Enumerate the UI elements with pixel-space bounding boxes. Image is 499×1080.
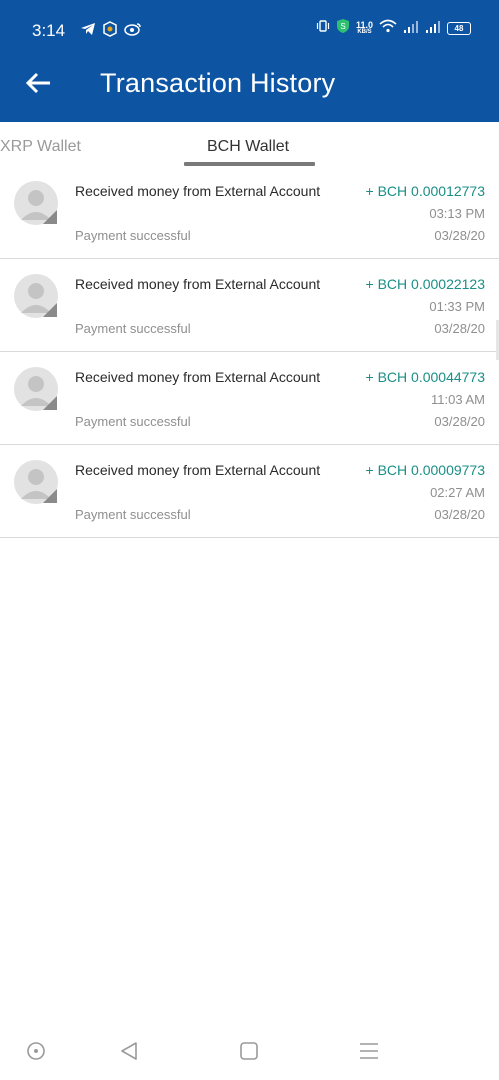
system-status-icons: S 11.0 KB/S 48: [316, 18, 471, 39]
transaction-date: 03/28/20: [434, 228, 485, 243]
app-bar: Transaction History: [0, 44, 499, 122]
transaction-time: 03:13 PM: [429, 206, 485, 221]
user-avatar-icon: [13, 366, 59, 412]
svg-text:S: S: [340, 22, 345, 31]
circle-icon[interactable]: [23, 1038, 49, 1064]
transaction-row[interactable]: Received money from External Account + B…: [0, 445, 499, 538]
weibo-icon: [124, 22, 142, 41]
telegram-icon: [80, 22, 96, 41]
network-speed: 11.0 KB/S: [356, 21, 373, 36]
wallet-tabs: XRP Wallet BCH Wallet: [0, 122, 499, 170]
system-nav-bar: [0, 1022, 499, 1080]
transaction-date: 03/28/20: [434, 414, 485, 429]
transaction-status: Payment successful: [75, 507, 191, 522]
transaction-time: 11:03 AM: [431, 392, 485, 407]
transaction-description: Received money from External Account: [75, 183, 321, 199]
vibrate-icon: [316, 19, 330, 38]
home-square-icon[interactable]: [236, 1038, 262, 1064]
transaction-description: Received money from External Account: [75, 462, 321, 478]
signal-icon-2: [425, 20, 441, 38]
transaction-time: 02:27 AM: [430, 485, 485, 500]
transaction-date: 03/28/20: [434, 321, 485, 336]
transaction-description: Received money from External Account: [75, 369, 321, 385]
transaction-row[interactable]: Received money from External Account + B…: [0, 259, 499, 352]
tab-xrp-wallet[interactable]: XRP Wallet: [0, 138, 81, 156]
battery-icon: 48: [447, 22, 471, 35]
arrow-left-icon: [22, 72, 56, 104]
transaction-list: Received money from External Account + B…: [0, 166, 499, 538]
transaction-status: Payment successful: [75, 414, 191, 429]
shield-app-icon: [102, 21, 118, 42]
transaction-status: Payment successful: [75, 321, 191, 336]
transaction-date: 03/28/20: [434, 507, 485, 522]
wifi-icon: [379, 19, 397, 38]
user-avatar-icon: [13, 273, 59, 319]
tab-bch-wallet[interactable]: BCH Wallet: [207, 138, 289, 156]
transaction-row[interactable]: Received money from External Account + B…: [0, 166, 499, 259]
transaction-amount: + BCH 0.00044773: [365, 369, 485, 385]
transaction-row[interactable]: Received money from External Account + B…: [0, 352, 499, 445]
user-avatar-icon: [13, 180, 59, 226]
transaction-amount: + BCH 0.00012773: [365, 183, 485, 199]
back-triangle-icon[interactable]: [116, 1038, 142, 1064]
transaction-description: Received money from External Account: [75, 276, 321, 292]
status-bar: 3:14 S 11.0 KB/S 48: [0, 0, 499, 44]
signal-icon-1: [403, 20, 419, 38]
back-button[interactable]: [22, 66, 56, 100]
transaction-time: 01:33 PM: [429, 299, 485, 314]
security-shield-icon: S: [336, 18, 350, 39]
transaction-status: Payment successful: [75, 228, 191, 243]
transaction-amount: + BCH 0.00022123: [365, 276, 485, 292]
status-time: 3:14: [32, 21, 66, 40]
notification-icons: [80, 21, 142, 42]
network-speed-value: 11.0: [355, 20, 373, 30]
page-title: Transaction History: [100, 68, 336, 98]
network-speed-unit: KB/S: [357, 29, 372, 35]
transaction-amount: + BCH 0.00009773: [365, 462, 485, 478]
menu-lines-icon[interactable]: [356, 1038, 382, 1064]
user-avatar-icon: [13, 459, 59, 505]
